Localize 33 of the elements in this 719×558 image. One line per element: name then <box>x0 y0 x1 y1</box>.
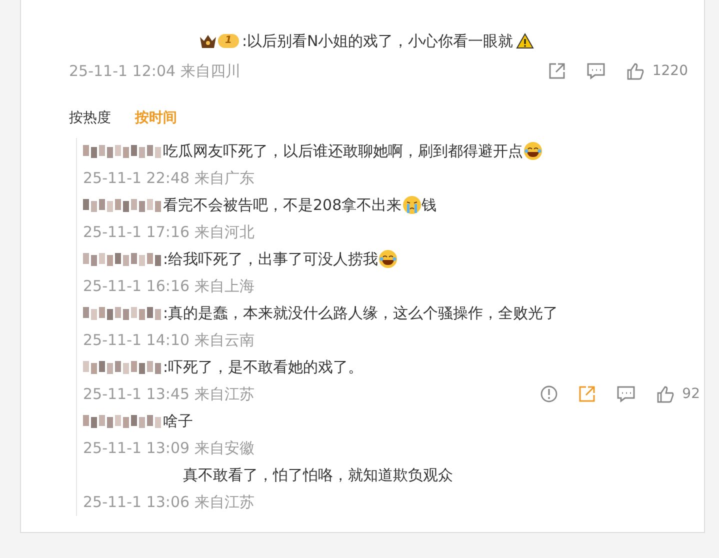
reply-text: :吓死了，是不敢看她的戏了。 <box>163 356 364 378</box>
reply-text: 真不敢看了，怕了怕咯，就知道欺负观众 <box>183 464 453 486</box>
reply-time: 25-11-1 13:09 来自安徽 <box>83 438 254 459</box>
reply-text: 吃瓜网友吓死了，以后谁还敢聊她啊，刷到都得避开点 <box>163 140 523 162</box>
reply-text: 看完不会被告吧，不是208拿不出来 <box>163 194 402 216</box>
like-count: 92 <box>682 384 700 404</box>
like-count: 1220 <box>652 62 688 80</box>
reply-time: 25-11-1 17:16 来自河北 <box>83 222 254 243</box>
laughing-emoji-icon <box>378 249 398 269</box>
sort-tab[interactable]: 按热度 <box>69 108 111 129</box>
comment-icon[interactable] <box>616 385 636 403</box>
thumbs-up-icon[interactable] <box>656 385 674 403</box>
reply-time: 25-11-1 14:10 来自云南 <box>83 330 254 351</box>
comment-icon[interactable] <box>586 62 606 80</box>
thumbs-up-icon[interactable] <box>626 62 644 80</box>
crown-icon <box>199 33 217 49</box>
comment-text: :以后别看N小姐的戏了，小心你看一眼就 <box>242 30 514 52</box>
level-badge: 1 <box>199 33 239 49</box>
reply-time: 25-11-1 13:06 来自江苏 <box>83 492 254 513</box>
laughing-emoji-icon <box>523 141 543 161</box>
crying-emoji-icon <box>402 195 422 215</box>
share-icon[interactable] <box>578 385 596 403</box>
reply-text: :真的是蠢，本来就没什么路人缘，这么个骚操作，全败光了 <box>163 302 558 324</box>
reply-time: 25-11-1 22:48 来自广东 <box>83 168 254 189</box>
reply-text: :给我吓死了，出事了可没人捞我 <box>163 248 378 270</box>
warning-icon <box>516 33 534 49</box>
report-icon[interactable] <box>540 385 558 403</box>
comment-time: 25-11-1 12:04 来自四川 <box>69 60 240 82</box>
reply-time: 25-11-1 13:45 来自江苏 <box>83 384 254 405</box>
reply-text: 钱 <box>422 194 437 216</box>
reply-text: 啥子 <box>163 410 193 432</box>
reply-time: 25-11-1 16:16 来自上海 <box>83 276 254 297</box>
share-icon[interactable] <box>548 62 566 80</box>
